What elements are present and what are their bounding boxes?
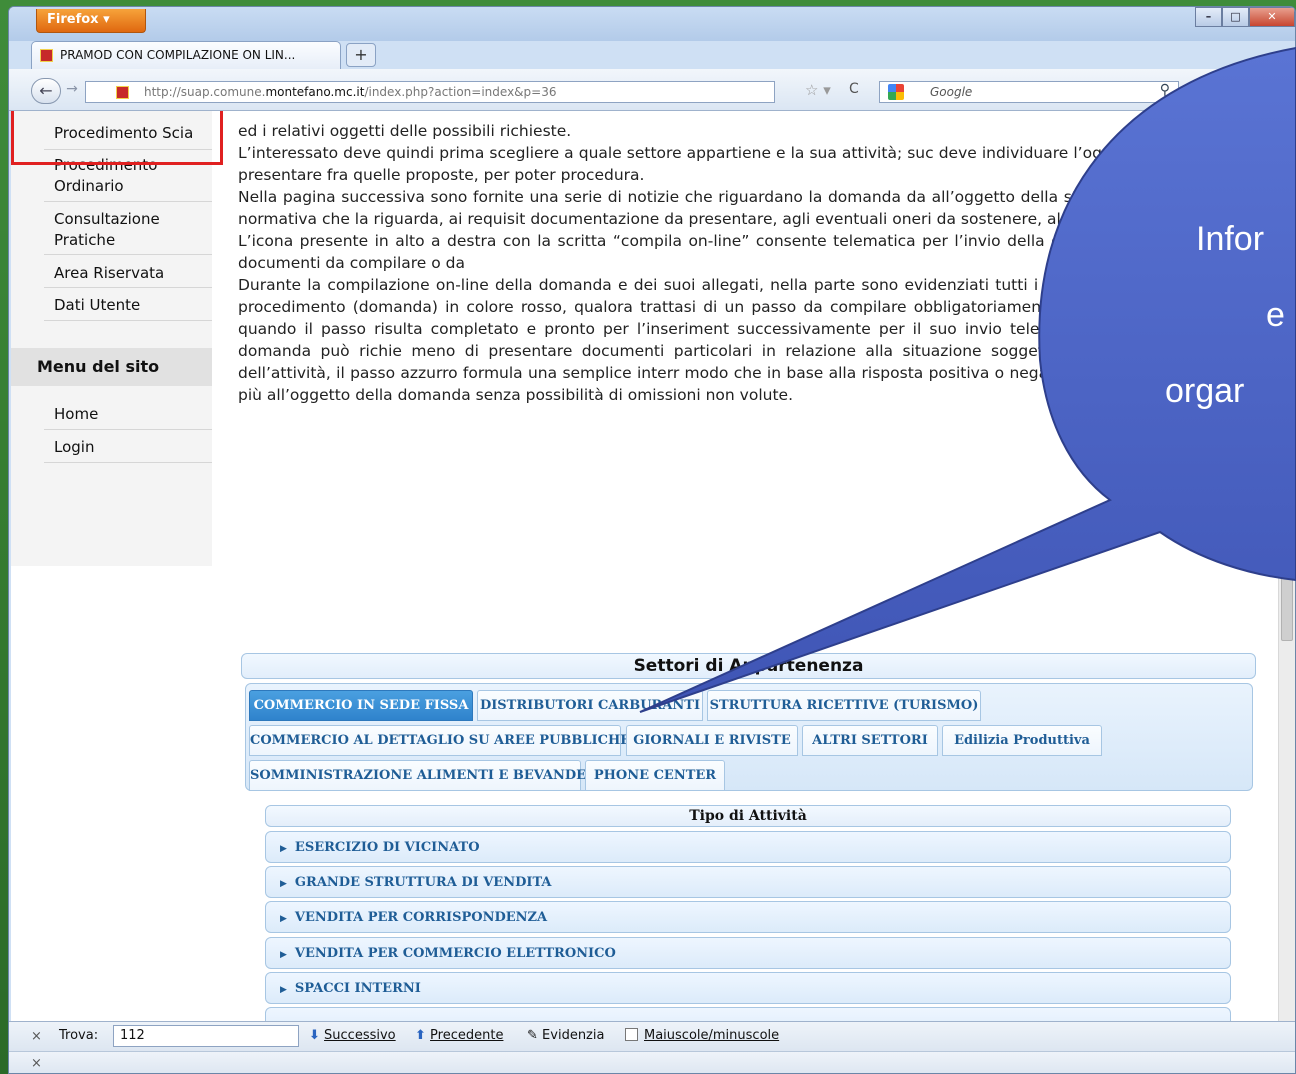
settori-title: Settori di Appartenenza bbox=[241, 653, 1256, 679]
article-text: ed i relativi oggetti delle possibili ri… bbox=[238, 120, 1288, 406]
sidebar-item-area-riservata[interactable]: Area Riservata bbox=[54, 263, 164, 284]
list-item[interactable]: ▶ VENDITA PER CORRISPONDENZA bbox=[265, 901, 1231, 933]
tab-struttura-ricettive[interactable]: STRUTTURA RICETTIVE (TURISMO) bbox=[707, 690, 981, 721]
find-label: Trova: bbox=[59, 1028, 99, 1043]
triangle-right-icon: ▶ bbox=[280, 985, 287, 995]
search-input[interactable]: Google ⚲ bbox=[879, 81, 1179, 103]
sidebar-item-login[interactable]: Login bbox=[54, 437, 94, 458]
list-item[interactable]: ▶ ESERCIZIO DI VICINATO bbox=[265, 831, 1231, 863]
tab-edilizia-produttiva[interactable]: Edilizia Produttiva bbox=[942, 725, 1102, 756]
minimize-icon[interactable]: – bbox=[1195, 7, 1222, 27]
paragraph: Nella pagina successiva sono fornite una… bbox=[238, 188, 1288, 228]
settori-tab-panel: COMMERCIO IN SEDE FISSA DISTRIBUTORI CAR… bbox=[245, 683, 1253, 791]
list-item-label: VENDITA PER COMMERCIO ELETTRONICO bbox=[294, 946, 616, 961]
arrow-down-icon: ⬇ bbox=[309, 1028, 320, 1043]
divider bbox=[44, 462, 212, 463]
find-input[interactable]: 112 bbox=[113, 1025, 299, 1047]
home-icon[interactable]: ⌂ bbox=[1193, 79, 1221, 105]
sidebar: Procedimento Scia Procedimento Ordinario… bbox=[11, 111, 223, 566]
list-item-label: GRANDE STRUTTURA DI VENDITA bbox=[294, 875, 552, 890]
pencil-icon: ✎ bbox=[527, 1028, 538, 1043]
triangle-right-icon: ▶ bbox=[280, 844, 287, 854]
tab-commercio-aree-pubbliche[interactable]: COMMERCIO AL DETTAGLIO SU AREE PUBBLICHE bbox=[249, 725, 630, 756]
callout-text-line: Infor bbox=[1196, 220, 1265, 258]
forward-arrow-icon[interactable]: → bbox=[61, 81, 83, 101]
reload-icon[interactable]: C bbox=[849, 81, 859, 97]
list-item[interactable]: ▶ SPACCI INTERNI bbox=[265, 972, 1231, 1004]
maximize-icon[interactable]: □ bbox=[1222, 7, 1249, 27]
sidebar-item-dati-utente[interactable]: Dati Utente bbox=[54, 295, 140, 316]
search-icon[interactable]: ⚲ bbox=[1160, 82, 1170, 98]
sidebar-item-home[interactable]: Home bbox=[54, 404, 98, 425]
url-domain: montefano.mc.it bbox=[265, 85, 365, 99]
list-item-label: ESERCIZIO DI VICINATO bbox=[294, 840, 480, 855]
find-bar: × Trova: 112 ⬇ Successivo ⬆ Precedente ✎… bbox=[9, 1021, 1295, 1051]
menu-heading: Menu del sito bbox=[11, 348, 212, 386]
list-item[interactable]: ▶ VENDITA PER COMMERCIO ELETTRONICO bbox=[265, 937, 1231, 969]
divider bbox=[44, 287, 212, 288]
paragraph: L’icona presente in alto a destra con la… bbox=[238, 232, 1288, 272]
divider bbox=[44, 254, 212, 255]
bookmark-star-icon[interactable]: ☆ ▾ bbox=[805, 81, 831, 99]
url-prefix: http://suap.comune. bbox=[144, 85, 266, 99]
search-placeholder: Google bbox=[930, 85, 973, 99]
tab-somministrazione[interactable]: SOMMINISTRAZIONE ALIMENTI E BEVANDE bbox=[249, 760, 586, 791]
divider bbox=[44, 320, 212, 321]
title-bar: Firefox ▾ – □ ✕ bbox=[9, 7, 1295, 41]
highlight-label: Evidenzia bbox=[542, 1028, 605, 1043]
close-window-icon[interactable]: ✕ bbox=[1249, 7, 1295, 27]
scrollbar-thumb[interactable] bbox=[1281, 551, 1293, 641]
find-prev-label: Precedente bbox=[430, 1028, 504, 1043]
list-item-label: SPACCI INTERNI bbox=[294, 981, 421, 996]
vertical-scrollbar[interactable] bbox=[1278, 111, 1295, 1021]
triangle-right-icon: ▶ bbox=[280, 914, 287, 924]
site-favicon-icon bbox=[116, 86, 129, 99]
new-tab-button[interactable]: + bbox=[346, 43, 376, 67]
url-path: /index.php?action=index&p=36 bbox=[364, 85, 557, 99]
list-item[interactable] bbox=[265, 1007, 1231, 1021]
match-case-checkbox[interactable]: Maiuscole/minuscole bbox=[625, 1028, 779, 1043]
page-content: Procedimento Scia Procedimento Ordinario… bbox=[11, 111, 1295, 1021]
paragraph: ed i relativi oggetti delle possibili ri… bbox=[238, 122, 572, 140]
red-highlight-box bbox=[11, 111, 223, 165]
triangle-right-icon: ▶ bbox=[280, 950, 287, 960]
tipo-attivita-title: Tipo di Attività bbox=[265, 805, 1231, 827]
find-next-label: Successivo bbox=[324, 1028, 396, 1043]
arrow-up-icon: ⬆ bbox=[415, 1028, 426, 1043]
close-icon[interactable]: × bbox=[31, 1056, 42, 1071]
firefox-menu-button[interactable]: Firefox ▾ bbox=[36, 9, 146, 33]
find-prev-button[interactable]: ⬆ Precedente bbox=[415, 1028, 503, 1043]
navigation-bar: ← → http://suap.comune.montefano.mc.it/i… bbox=[9, 69, 1295, 111]
tab-giornali-riviste[interactable]: GIORNALI E RIVISTE bbox=[626, 725, 798, 756]
google-icon bbox=[888, 84, 904, 100]
match-case-label: Maiuscole/minuscole bbox=[644, 1028, 780, 1043]
checkbox-icon bbox=[625, 1028, 638, 1041]
site-favicon-icon bbox=[40, 49, 53, 62]
back-arrow-icon[interactable]: ← bbox=[31, 78, 61, 104]
firefox-window: Firefox ▾ – □ ✕ PRAMOD CON COMPILAZIONE … bbox=[8, 6, 1296, 1074]
list-item[interactable]: ▶ GRANDE STRUTTURA DI VENDITA bbox=[265, 866, 1231, 898]
tab-altri-settori[interactable]: ALTRI SETTORI bbox=[802, 725, 938, 756]
paragraph: Durante la compilazione on-line della do… bbox=[238, 276, 1288, 404]
list-item-label: VENDITA PER CORRISPONDENZA bbox=[294, 910, 548, 925]
sidebar-item-consultazione-pratiche[interactable]: Consultazione Pratiche bbox=[54, 209, 184, 251]
window-controls: – □ ✕ bbox=[1195, 7, 1295, 27]
callout-text-line: orgar bbox=[1165, 372, 1245, 410]
status-bar: × bbox=[9, 1051, 1295, 1073]
find-next-button[interactable]: ⬇ Successivo bbox=[309, 1028, 396, 1043]
callout-text-line: e bbox=[1266, 296, 1285, 334]
triangle-right-icon: ▶ bbox=[280, 879, 287, 889]
close-findbar-icon[interactable]: × bbox=[31, 1029, 42, 1044]
paragraph: L’interessato deve quindi prima sceglier… bbox=[238, 144, 1288, 184]
highlight-all-button[interactable]: ✎ Evidenzia bbox=[527, 1028, 604, 1043]
tab-distributori-carburanti[interactable]: DISTRIBUTORI CARBURANTI bbox=[477, 690, 703, 721]
divider bbox=[44, 429, 212, 430]
tab-commercio-sede-fissa[interactable]: COMMERCIO IN SEDE FISSA bbox=[249, 690, 473, 721]
url-bar[interactable]: http://suap.comune.montefano.mc.it/index… bbox=[85, 81, 775, 103]
tab-title: PRAMOD CON COMPILAZIONE ON LIN... bbox=[60, 48, 296, 62]
bookmarks-icon[interactable] bbox=[1225, 79, 1253, 105]
browser-tab[interactable]: PRAMOD CON COMPILAZIONE ON LIN... bbox=[31, 41, 341, 69]
tab-phone-center[interactable]: PHONE CENTER bbox=[585, 760, 725, 791]
divider bbox=[44, 201, 212, 202]
